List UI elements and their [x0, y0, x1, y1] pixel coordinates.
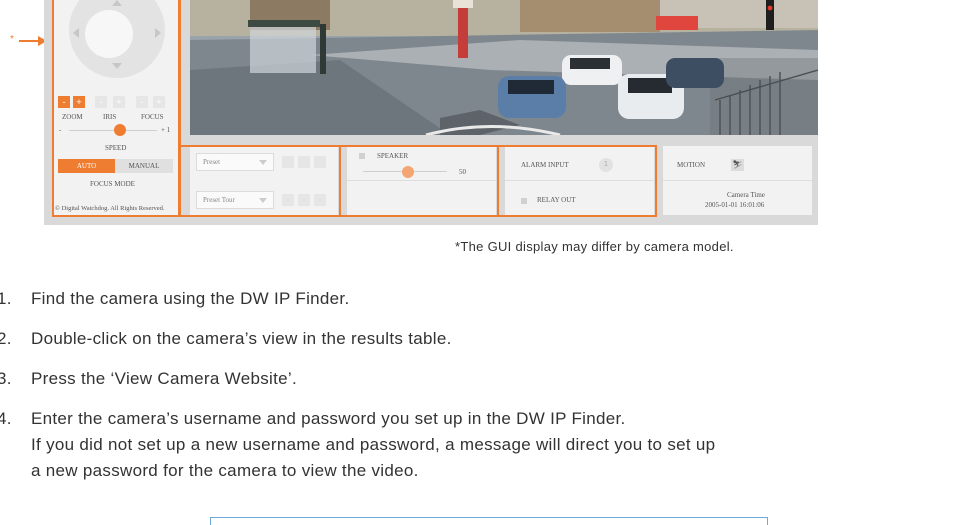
login-screenshot-frame	[210, 517, 768, 525]
focus-mode-manual-button[interactable]: MANUAL	[115, 159, 173, 173]
step-number: 2.	[0, 329, 12, 348]
camera-time-value: 2005-01-01 16:01:06	[705, 201, 765, 209]
preset-panel: Preset Preset Tour	[190, 146, 338, 215]
camera-web-gui: - + - + - + ZOOM IRIS FOCUS - + 1 SPEED …	[44, 0, 818, 225]
step-text: Find the camera using the DW IP Finder.	[31, 289, 350, 308]
alarm-input-label: ALARM INPUT	[521, 161, 569, 169]
live-video-view[interactable]	[190, 0, 818, 135]
street-scene-image	[190, 0, 818, 135]
preset-select-value: Preset	[203, 158, 221, 166]
zoom-minus-button[interactable]: -	[58, 96, 70, 108]
volume-slider-handle[interactable]	[402, 166, 414, 178]
ptz-control-panel: - + - + - + ZOOM IRIS FOCUS - + 1 SPEED …	[53, 0, 180, 215]
step-number: 4.	[0, 409, 12, 428]
step-number: 3.	[0, 369, 12, 388]
tour-stop-button[interactable]	[298, 194, 310, 206]
relay-out-checkbox[interactable]	[521, 198, 527, 204]
speed-label: SPEED	[105, 144, 127, 152]
speaker-panel: SPEAKER 50	[347, 146, 496, 215]
motion-running-man-icon: ⛷	[731, 159, 744, 171]
speed-slider-min: -	[59, 126, 62, 134]
gui-disclaimer-note: *The GUI display may differ by camera mo…	[455, 239, 734, 254]
alarm-input-indicator: 1	[599, 158, 613, 172]
focus-plus-button[interactable]: +	[153, 96, 165, 108]
speaker-label: SPEAKER	[377, 152, 409, 160]
alarm-divider	[505, 180, 654, 181]
pan-left-arrow-icon[interactable]	[73, 28, 79, 38]
camera-time-label: Camera Time	[727, 191, 765, 199]
focus-label: FOCUS	[141, 113, 164, 121]
pan-down-arrow-icon[interactable]	[112, 63, 122, 69]
pan-right-arrow-icon[interactable]	[155, 28, 161, 38]
step-text: a new password for the camera to view th…	[31, 461, 419, 480]
iris-plus-button[interactable]: +	[113, 96, 125, 108]
chevron-down-icon	[259, 160, 267, 165]
pan-up-arrow-icon[interactable]	[112, 0, 122, 6]
iris-minus-button[interactable]: -	[95, 96, 107, 108]
callout-asterisk: *	[10, 34, 14, 45]
preset-tour-select[interactable]: Preset Tour	[196, 191, 274, 209]
zoom-plus-button[interactable]: +	[73, 96, 85, 108]
volume-value: 50	[459, 168, 466, 176]
preset-delete-button[interactable]	[314, 156, 326, 168]
speed-slider-max: + 1	[161, 126, 171, 134]
step-number: 1.	[0, 289, 12, 308]
preset-add-button[interactable]	[282, 156, 294, 168]
step-text: Press the ‘View Camera Website’.	[31, 369, 297, 388]
ptz-joystick-center[interactable]	[85, 10, 133, 58]
motion-divider	[663, 180, 812, 181]
motion-label: MOTION	[677, 161, 705, 169]
focus-mode-label: FOCUS MODE	[90, 180, 135, 188]
alarm-panel: ALARM INPUT 1 RELAY OUT	[505, 146, 654, 215]
preset-go-button[interactable]	[298, 156, 310, 168]
copyright-text: © Digital Watchdog. All Rights Reserved.	[55, 205, 165, 212]
speaker-divider	[347, 180, 496, 181]
motion-time-panel: MOTION ⛷ Camera Time 2005-01-01 16:01:06	[663, 146, 812, 215]
speaker-checkbox[interactable]	[359, 153, 365, 159]
preset-select[interactable]: Preset	[196, 153, 274, 171]
step-text: If you did not set up a new username and…	[31, 435, 716, 454]
callout-arrow	[19, 40, 39, 42]
zoom-label: ZOOM	[62, 113, 83, 121]
relay-out-label: RELAY OUT	[537, 196, 576, 204]
step-text: Enter the camera’s username and password…	[31, 409, 626, 428]
preset-tour-select-value: Preset Tour	[203, 196, 235, 204]
focus-minus-button[interactable]: -	[136, 96, 148, 108]
step-text: Double-click on the camera’s view in the…	[31, 329, 452, 348]
focus-mode-auto-button[interactable]: AUTO	[58, 159, 115, 173]
chevron-down-icon	[259, 198, 267, 203]
speed-slider-track[interactable]	[69, 130, 157, 131]
tour-play-button[interactable]	[282, 194, 294, 206]
iris-label: IRIS	[103, 113, 117, 121]
speed-slider-handle[interactable]	[114, 124, 126, 136]
tour-edit-button[interactable]	[314, 194, 326, 206]
